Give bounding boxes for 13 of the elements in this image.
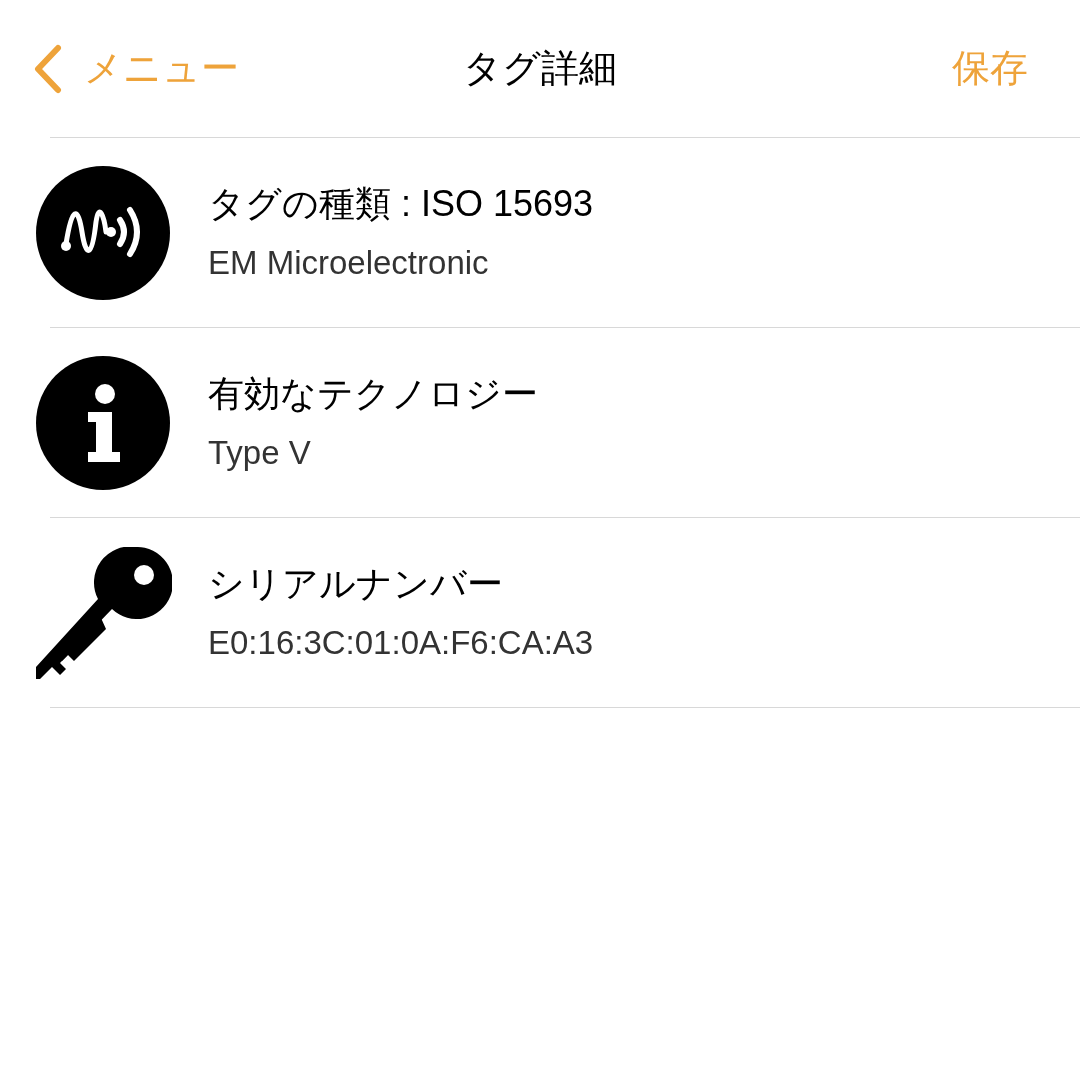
chevron-left-icon: [32, 43, 62, 94]
row-title: タグの種類 : ISO 15693: [208, 182, 594, 227]
nfc-signal-icon: [36, 165, 170, 300]
info-icon: [36, 355, 170, 490]
save-button[interactable]: 保存: [952, 40, 1028, 97]
row-title: シリアルナンバー: [208, 562, 504, 607]
nav-title: タグ詳細: [463, 46, 617, 91]
row-subtitle: E0:16:3C:01:0A:F6:CA:A3: [208, 623, 594, 664]
row-subtitle: Type V: [208, 433, 312, 474]
back-button[interactable]: メニュー: [32, 40, 239, 97]
row-subtitle: EM Microelectronic: [208, 243, 490, 284]
row-title: 有効なテクノロジー: [208, 372, 538, 417]
key-icon: [36, 546, 172, 679]
